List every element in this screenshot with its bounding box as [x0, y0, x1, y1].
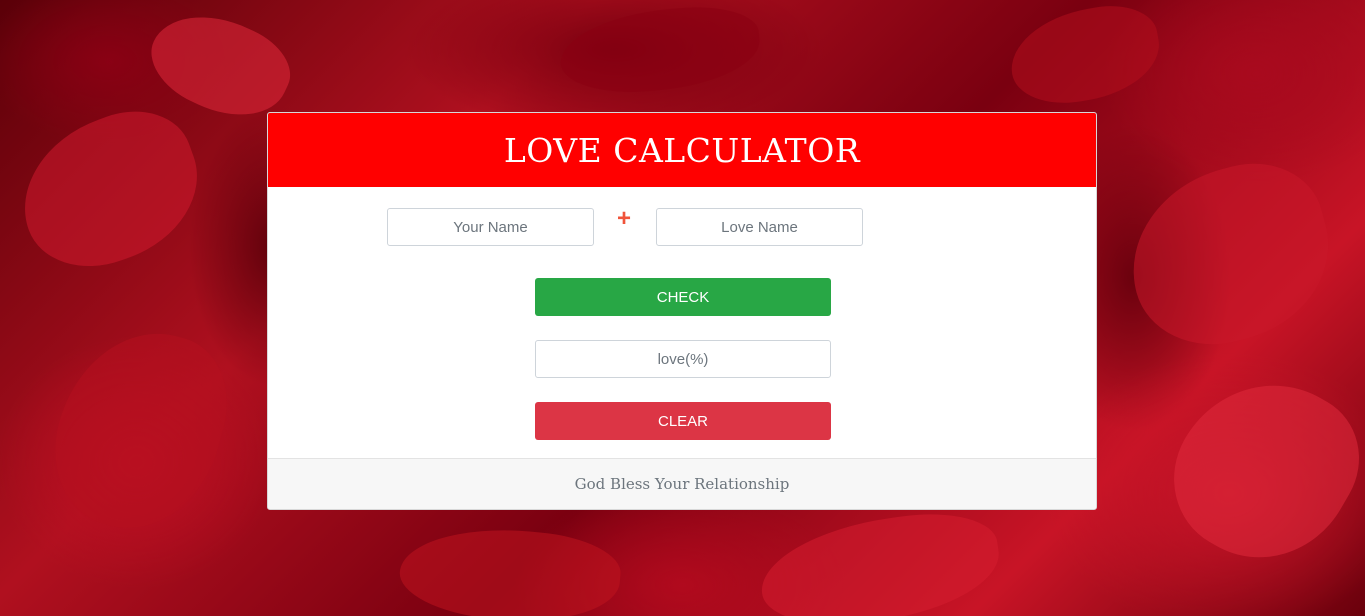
name-input-row: + [387, 205, 864, 246]
love-name-input[interactable] [656, 208, 863, 246]
page-title: LOVE CALCULATOR [503, 130, 861, 170]
love-percent-field[interactable] [535, 340, 831, 378]
card-footer: God Bless Your Relationship [268, 458, 1096, 509]
card-header: LOVE CALCULATOR [268, 113, 1096, 187]
plus-icon: + [616, 205, 631, 232]
love-calculator-card: LOVE CALCULATOR + CHECK CLEAR God Bless … [267, 112, 1097, 510]
clear-button[interactable]: CLEAR [535, 402, 831, 440]
footer-message: God Bless Your Relationship [574, 475, 790, 493]
your-name-input[interactable] [387, 208, 594, 246]
check-button[interactable]: CHECK [535, 278, 831, 316]
